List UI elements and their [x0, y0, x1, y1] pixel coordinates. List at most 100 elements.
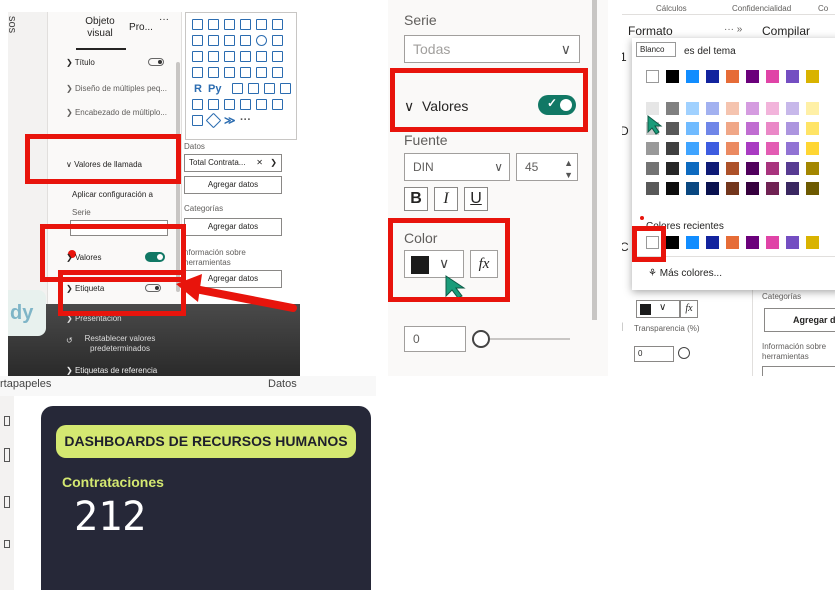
stepper-down-icon[interactable]: ▼ [564, 162, 573, 188]
color-swatch[interactable] [686, 102, 699, 115]
python-visual-icon[interactable]: Py [208, 83, 221, 95]
donut-icon[interactable] [256, 35, 267, 46]
color-swatch[interactable] [806, 102, 819, 115]
color-swatch[interactable] [666, 122, 679, 135]
transparency-slider-thumb[interactable] [472, 330, 490, 348]
pie-icon[interactable] [240, 35, 251, 46]
table-icon[interactable] [224, 67, 235, 78]
custom-visual-icon[interactable] [272, 99, 283, 110]
color-swatch[interactable] [786, 70, 799, 83]
azure-map-icon[interactable] [240, 51, 251, 62]
dax-view-icon[interactable] [4, 540, 10, 548]
shape-map-icon[interactable] [224, 51, 235, 62]
color-swatch[interactable] [726, 162, 739, 175]
more-visuals-icon[interactable]: ··· [240, 114, 251, 126]
color-swatch[interactable] [666, 236, 679, 249]
color-swatch[interactable] [686, 236, 699, 249]
remove-field-icon[interactable]: ✕ [256, 155, 263, 171]
color-swatch[interactable] [666, 142, 679, 155]
slicer-icon[interactable] [256, 67, 267, 78]
tab-propiedades[interactable]: Pro... [126, 22, 156, 34]
color-swatch[interactable] [686, 182, 699, 195]
row-etiquetas-referencia[interactable]: ❯ Etiquetas de referencia [66, 366, 157, 375]
color-swatch[interactable] [726, 70, 739, 83]
gauge-icon[interactable] [256, 51, 267, 62]
datos-field[interactable]: Total Contrata... ✕ ❯ [184, 154, 282, 172]
clustered-bar-icon[interactable] [208, 19, 219, 30]
titulo-toggle[interactable] [148, 58, 164, 66]
serie-select[interactable]: Todas ∨ [404, 35, 580, 63]
r-visual-icon[interactable]: R [194, 83, 202, 95]
color-swatch[interactable] [786, 102, 799, 115]
power-apps-icon[interactable] [240, 99, 251, 110]
area-chart-icon[interactable] [256, 19, 267, 30]
color-swatch[interactable] [726, 142, 739, 155]
line-chart-icon[interactable] [240, 19, 251, 30]
table-visual-icon[interactable] [192, 115, 203, 126]
info-add-button[interactable] [762, 366, 835, 376]
metrics-icon[interactable] [224, 99, 235, 110]
color-swatch[interactable] [666, 162, 679, 175]
key-influencers-icon[interactable] [232, 83, 243, 94]
color-swatch[interactable] [766, 182, 779, 195]
row-titulo[interactable]: ❯ Título [66, 58, 95, 67]
matrix-icon[interactable] [240, 67, 251, 78]
bold-button[interactable]: B [404, 187, 428, 211]
reset-defaults-link[interactable]: ↺ Restablecer valores predeterminados [66, 334, 170, 354]
color-swatch[interactable] [766, 70, 779, 83]
color-swatch[interactable] [786, 182, 799, 195]
color-swatch[interactable] [706, 122, 719, 135]
color-swatch[interactable] [706, 182, 719, 195]
color-swatch[interactable] [746, 236, 759, 249]
stacked-bar-icon[interactable] [192, 19, 203, 30]
color-swatch[interactable] [746, 122, 759, 135]
scrollbar[interactable] [592, 0, 597, 320]
color-swatch[interactable] [706, 236, 719, 249]
color-dropdown[interactable]: ∨ [636, 300, 680, 318]
card-icon[interactable] [192, 67, 203, 78]
color-swatch[interactable] [726, 122, 739, 135]
color-swatch[interactable] [746, 102, 759, 115]
color-swatch[interactable] [686, 142, 699, 155]
transparency-input[interactable]: 0 [634, 346, 674, 362]
color-swatch[interactable] [726, 102, 739, 115]
color-swatch[interactable] [706, 102, 719, 115]
color-swatch[interactable] [786, 162, 799, 175]
color-swatch[interactable] [746, 70, 759, 83]
add-data-categorias-button[interactable]: Agregar datos [184, 218, 282, 236]
color-swatch[interactable] [666, 70, 679, 83]
row-encabezado[interactable]: ❯ Encabezado de múltiplo... [66, 108, 167, 117]
color-swatch[interactable] [786, 236, 799, 249]
add-data-button[interactable]: Agregar d [764, 308, 835, 332]
font-family-select[interactable]: DIN ∨ [404, 153, 510, 181]
color-swatch[interactable] [646, 182, 659, 195]
color-swatch[interactable] [726, 182, 739, 195]
color-swatch[interactable] [646, 70, 659, 83]
color-swatch[interactable] [746, 182, 759, 195]
multirow-card-icon[interactable] [208, 67, 219, 78]
color-swatch[interactable] [766, 142, 779, 155]
color-swatch[interactable] [786, 122, 799, 135]
color-swatch[interactable] [746, 162, 759, 175]
color-swatch[interactable] [766, 102, 779, 115]
funnel-icon[interactable] [208, 35, 219, 46]
color-swatch[interactable] [706, 162, 719, 175]
kpi-icon[interactable] [272, 51, 283, 62]
trophy-icon[interactable] [192, 99, 203, 110]
italic-button[interactable]: I [434, 187, 458, 211]
color-swatch[interactable] [706, 142, 719, 155]
smart-narrative-icon[interactable] [280, 83, 291, 94]
chevron-right-icon[interactable]: ❯ [270, 155, 277, 171]
more-colors-link[interactable]: ⚘ Más colores... [648, 268, 722, 279]
color-swatch[interactable] [806, 70, 819, 83]
color-swatch[interactable] [686, 70, 699, 83]
scatter-icon[interactable] [224, 35, 235, 46]
transparency-slider-track[interactable] [490, 338, 570, 340]
color-swatch[interactable] [806, 162, 819, 175]
ribbon-chart-icon[interactable] [272, 19, 283, 30]
report-view-icon[interactable] [4, 416, 10, 426]
row-diseno[interactable]: ❯ Diseño de múltiples peq... [66, 84, 167, 93]
collapse-icon[interactable]: ··· » [724, 24, 742, 35]
color-swatch[interactable] [806, 182, 819, 195]
treemap-icon[interactable] [272, 35, 283, 46]
